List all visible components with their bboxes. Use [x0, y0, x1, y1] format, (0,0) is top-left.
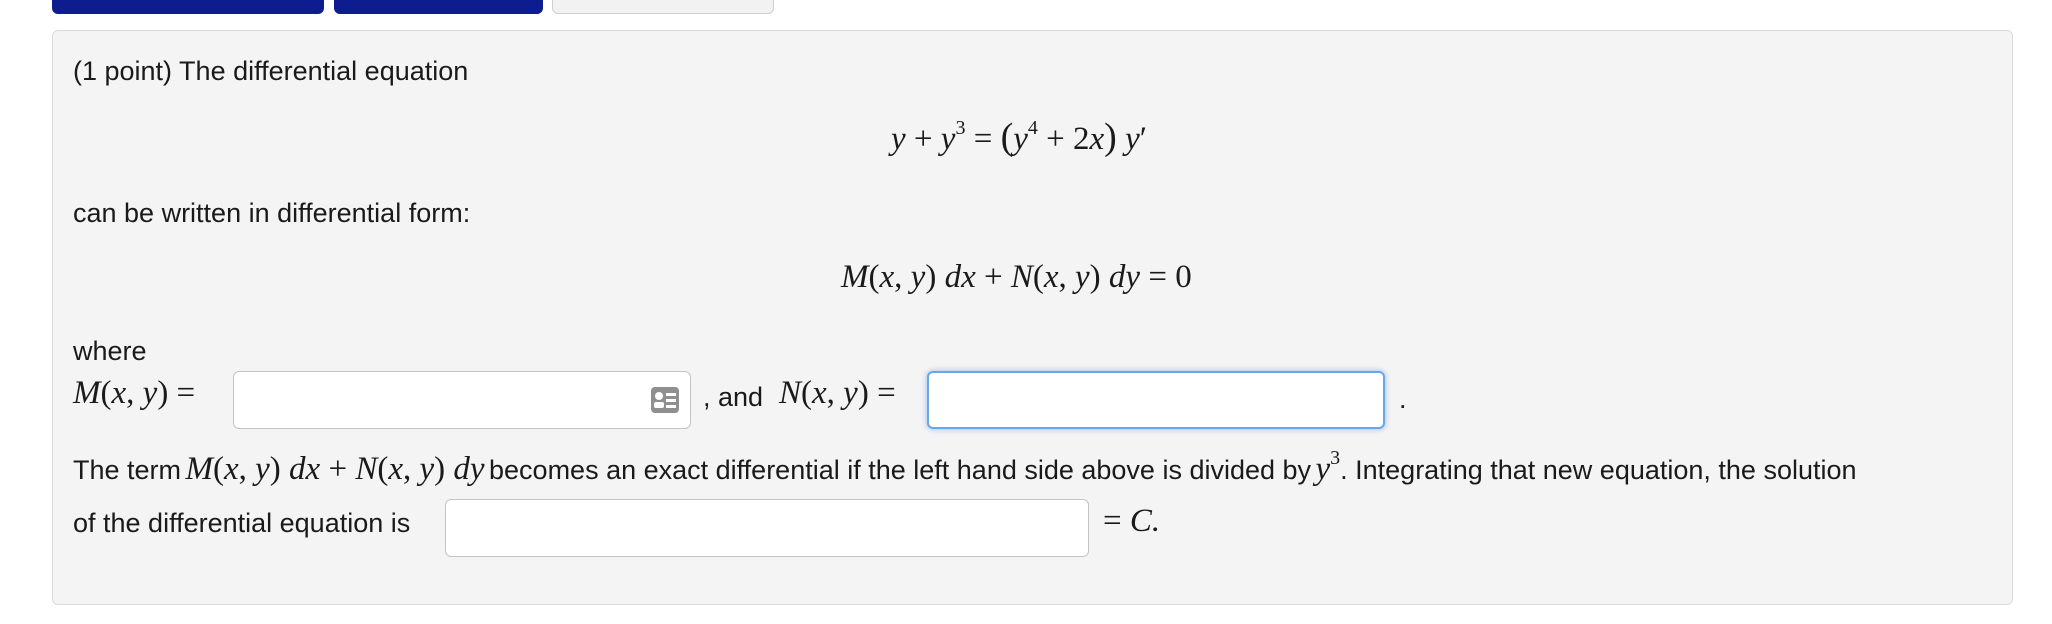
equals-c-label: = C.	[1103, 503, 1161, 539]
tab-button-2[interactable]	[334, 0, 543, 14]
m-answer-input[interactable]	[233, 371, 691, 429]
term-expression: M(x, y) dx + N(x, y) dy	[185, 451, 485, 487]
differential-form-equation: M(x, y) dx + N(x, y) dy = 0	[841, 259, 1192, 295]
equation-editor-icon[interactable]	[650, 386, 680, 414]
solution-answer-input[interactable]	[445, 499, 1089, 557]
divisor-y-cubed: y3	[1315, 447, 1341, 487]
term-text-2: becomes an exact differential if the lef…	[489, 455, 1312, 485]
m-label: M(x, y) =	[73, 375, 196, 411]
equals-c-text: C.	[1129, 503, 1161, 539]
tab-button-3[interactable]	[552, 0, 774, 14]
term-text-1: The term	[73, 455, 182, 485]
and-label: , and	[703, 382, 764, 412]
where-label: where	[73, 336, 147, 366]
solution-label: of the differential equation is	[73, 508, 411, 538]
term-text-3: . Integrating that new equation, the sol…	[1340, 455, 1857, 485]
differential-equation: y + y3 = (y4 + 2x) y′	[891, 116, 1147, 158]
differential-form-label: can be written in differential form:	[73, 198, 471, 228]
n-label: N(x, y) =	[779, 375, 896, 411]
problem-panel: (1 point) The differential equation y + …	[52, 30, 2013, 605]
tab-button-1[interactable]	[52, 0, 324, 14]
n-answer-input[interactable]	[927, 371, 1385, 429]
problem-intro: (1 point) The differential equation	[73, 56, 469, 86]
period-mark: .	[1399, 384, 1407, 414]
exact-differential-sentence: The term M(x, y) dx + N(x, y) dy becomes…	[73, 447, 1857, 488]
